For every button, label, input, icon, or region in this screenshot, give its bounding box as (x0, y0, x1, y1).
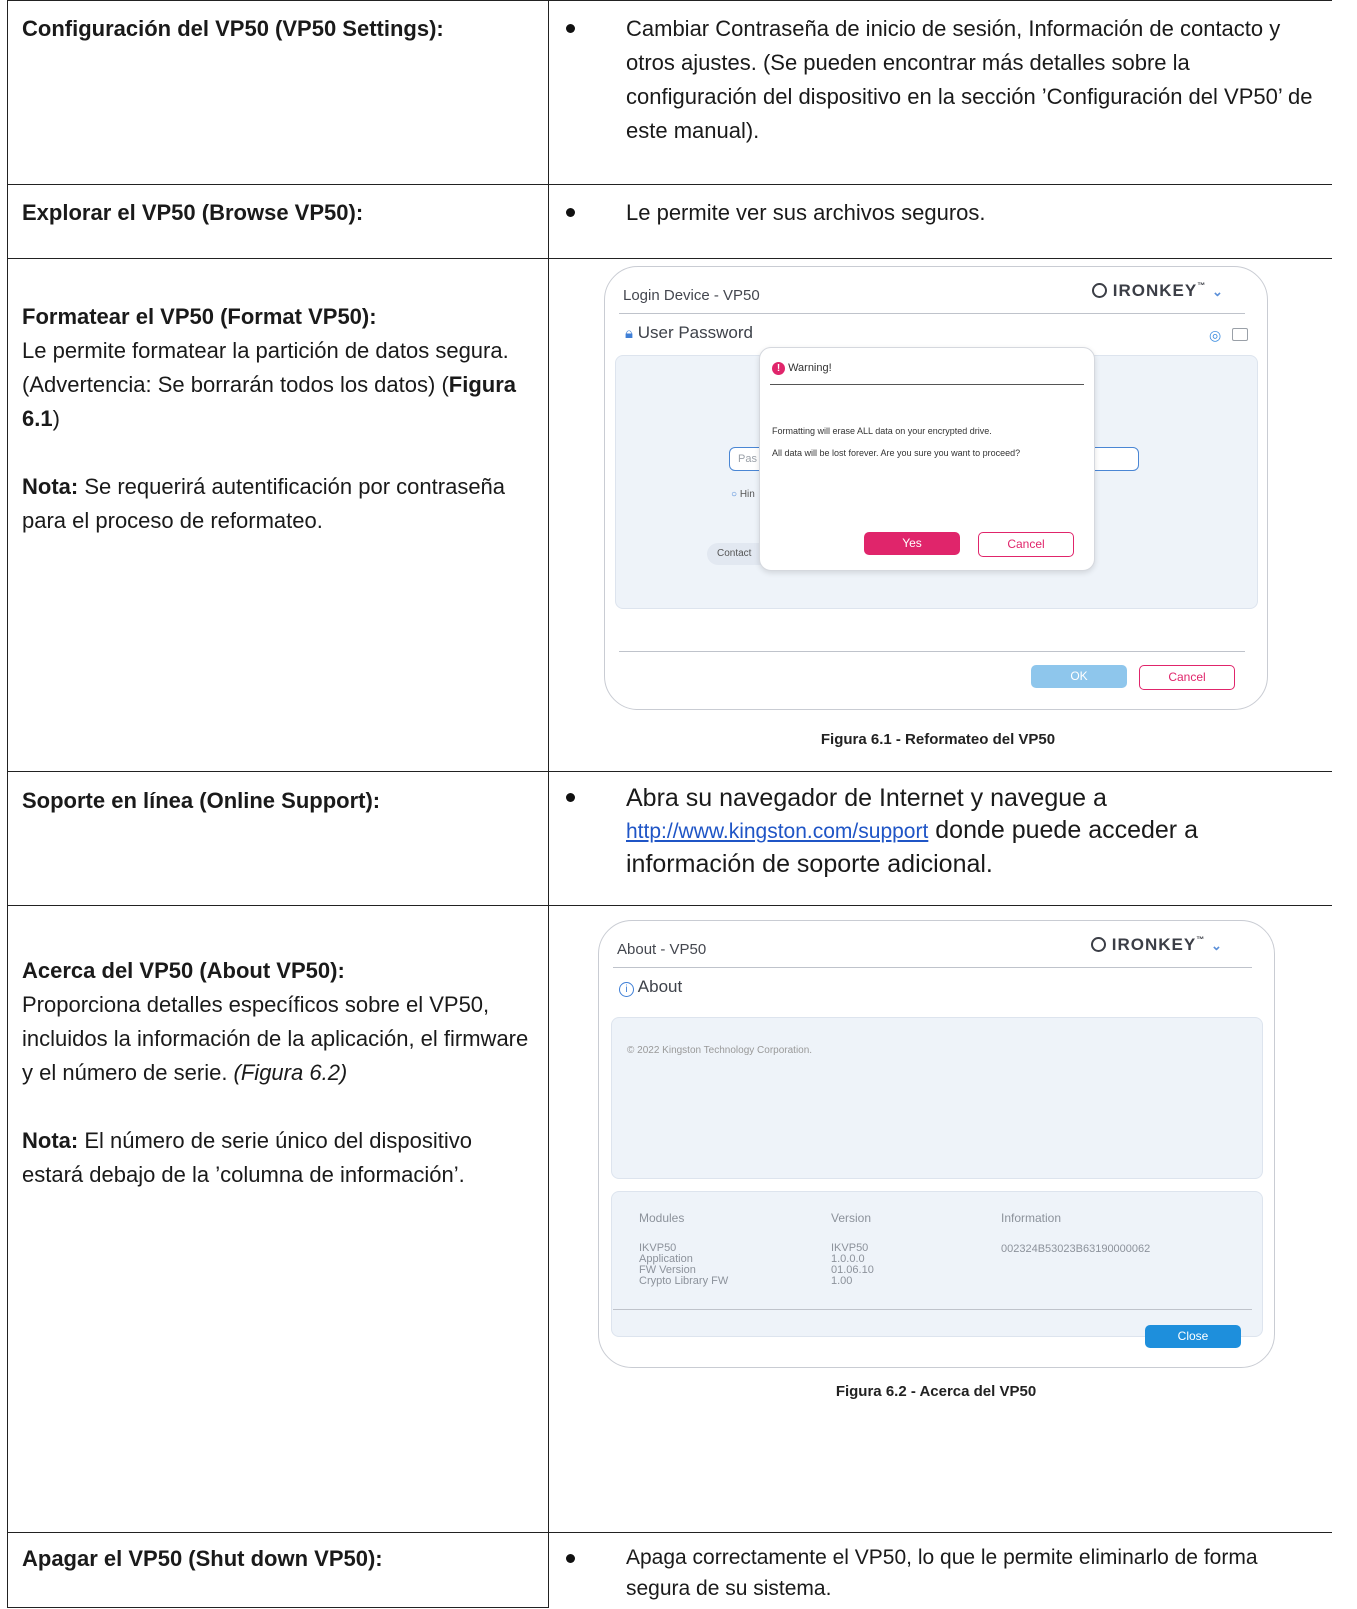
modules-column: IKVP50 Application FW Version Crypto Lib… (639, 1242, 729, 1287)
bullet-icon (566, 1554, 575, 1563)
user-password-section: 🔒︎ User Password (625, 323, 753, 342)
support-heading: Soporte en línea (Online Support): (22, 788, 381, 813)
bullet-icon (566, 24, 575, 33)
figure-6-2-caption: Figura 6.2 - Acerca del VP50 (835, 1383, 1037, 1400)
about-description: Proporciona detalles específicos sobre e… (22, 992, 529, 1085)
browse-heading: Explorar el VP50 (Browse VP50): (22, 200, 364, 225)
lock-icon: 🔒︎ (625, 325, 633, 342)
warning-cancel-button[interactable]: Cancel (978, 532, 1074, 557)
version-header: Version (831, 1211, 872, 1225)
shutdown-row-label: Apagar el VP50 (Shut down VP50): (22, 1542, 532, 1576)
bullet-icon (566, 208, 575, 217)
support-row-label: Soporte en línea (Online Support): (22, 784, 532, 818)
format-heading: Formatear el VP50 (Format VP50): (22, 304, 377, 329)
warning-title: ! Warning! (772, 362, 832, 375)
chevron-down-icon[interactable]: ⌄ (1212, 284, 1224, 299)
support-row-desc: Abra su navegador de Internet y navegue … (566, 782, 1326, 880)
settings-row-desc: Cambiar Contraseña de inicio de sesión, … (566, 12, 1326, 148)
warning-popup: ! Warning! Formatting will erase ALL dat… (759, 347, 1095, 571)
about-note: Nota: El número de serie único del dispo… (22, 1128, 472, 1187)
warning-icon: ! (772, 362, 785, 375)
about-section: i About (619, 977, 682, 997)
bullet-icon (566, 793, 575, 802)
keyboard-icon[interactable] (1232, 328, 1248, 341)
copyright-panel (611, 1017, 1263, 1179)
browse-row-label: Explorar el VP50 (Browse VP50): (22, 196, 532, 230)
settings-heading: Configuración del VP50 (VP50 Settings): (22, 16, 444, 41)
figure-6-1-caption: Figura 6.1 - Reformateo del VP50 (820, 731, 1056, 748)
modules-header: Modules (639, 1211, 685, 1225)
browse-row-desc: Le permite ver sus archivos seguros. (566, 196, 1326, 230)
format-row-label: Formatear el VP50 (Format VP50): Le perm… (22, 300, 532, 538)
chevron-down-icon[interactable]: ⌄ (1211, 938, 1223, 953)
shutdown-row-desc: Apaga correctamente el VP50, lo que le p… (566, 1542, 1326, 1604)
settings-row-label: Configuración del VP50 (VP50 Settings): (22, 12, 532, 46)
format-description: Le permite formatear la partición de dat… (22, 338, 516, 431)
copyright-text: © 2022 Kingston Technology Corporation. (627, 1045, 813, 1056)
close-button[interactable]: Close (1145, 1325, 1241, 1348)
yes-button[interactable]: Yes (864, 532, 960, 555)
hint-option[interactable]: ○ Hin (731, 489, 755, 500)
ironkey-logo: IRONKEY™ ⌄ (1092, 281, 1224, 301)
dialog-title: Login Device - VP50 (623, 287, 760, 304)
warning-line1: Formatting will erase ALL data on your e… (772, 426, 992, 436)
eye-icon[interactable]: ◎ (1209, 327, 1221, 344)
dialog-title: About - VP50 (617, 941, 707, 958)
settings-description: Cambiar Contraseña de inicio de sesión, … (626, 16, 1313, 143)
shutdown-heading: Apagar el VP50 (Shut down VP50): (22, 1546, 383, 1571)
ok-button[interactable]: OK (1031, 665, 1127, 688)
ironkey-logo: IRONKEY™ ⌄ (1091, 935, 1223, 955)
format-note: Nota: Se requerirá autentificación por c… (22, 474, 506, 533)
shutdown-description: Apaga correctamente el VP50, lo que le p… (626, 1546, 1258, 1600)
info-icon: i (619, 982, 634, 997)
serial-number: 002324B53023B63190000062 (1001, 1243, 1151, 1255)
about-dialog: About - VP50 IRONKEY™ ⌄ i About © 2022 K… (598, 920, 1275, 1368)
versions-column: IKVP50 1.0.0.0 01.06.10 1.00 (831, 1242, 874, 1287)
login-device-dialog: Login Device - VP50 IRONKEY™ ⌄ 🔒︎ User P… (604, 266, 1268, 710)
about-row-label: Acerca del VP50 (About VP50): Proporcion… (22, 954, 532, 1192)
browse-description: Le permite ver sus archivos seguros. (626, 200, 986, 225)
about-heading: Acerca del VP50 (About VP50): (22, 958, 345, 983)
support-link[interactable]: http://www.kingston.com/support (626, 820, 928, 843)
figure-ref: (Figura 6.2) (233, 1060, 348, 1085)
warning-line2: All data will be lost forever. Are you s… (772, 448, 1021, 458)
cancel-button[interactable]: Cancel (1139, 665, 1235, 690)
information-header: Information (1001, 1211, 1062, 1225)
